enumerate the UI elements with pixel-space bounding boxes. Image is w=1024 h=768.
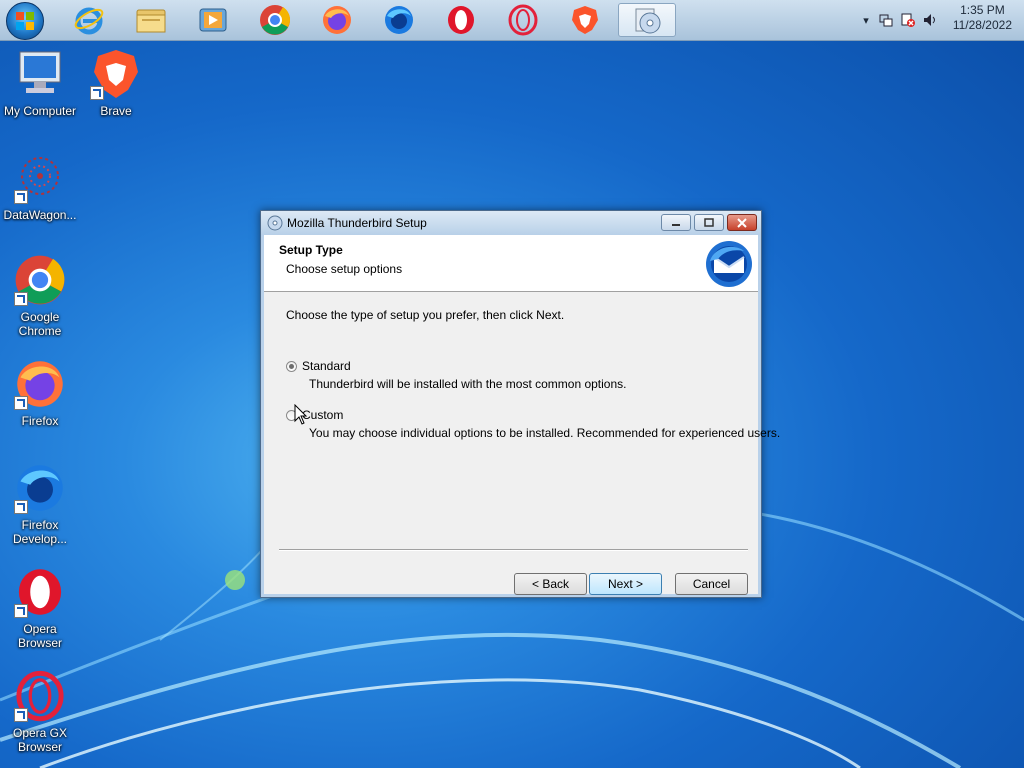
desktop-icon-datawagon[interactable]: DataWagon...	[0, 152, 80, 222]
desktop-icon-label: Opera GX Browser	[12, 726, 68, 754]
opera-gx-icon	[508, 4, 538, 36]
chrome-icon	[260, 5, 291, 35]
taskbar-clock[interactable]: 1:35 PM 11/28/2022	[953, 3, 1012, 33]
taskbar-opera[interactable]	[438, 3, 484, 37]
windows-logo-icon	[16, 12, 34, 30]
folder-icon	[136, 9, 166, 33]
window-titlebar[interactable]: Mozilla Thunderbird Setup	[261, 211, 761, 235]
taskbar-media-player[interactable]	[190, 3, 236, 37]
internet-explorer-icon	[74, 7, 104, 35]
standard-radio[interactable]	[286, 361, 297, 372]
mouse-cursor-icon	[294, 404, 308, 425]
desktop-icon-label: Brave	[100, 104, 132, 118]
minimize-button[interactable]	[661, 214, 691, 231]
next-button[interactable]: Next >	[589, 573, 662, 595]
standard-option-description: Thunderbird will be installed with the m…	[309, 377, 627, 391]
page-subtitle: Choose setup options	[286, 262, 403, 276]
taskbar-firefox-developer[interactable]	[376, 3, 422, 37]
custom-option-label: Custom	[302, 408, 344, 422]
clock-time: 1:35 PM	[960, 3, 1005, 17]
shortcut-arrow-icon	[90, 86, 104, 100]
standard-option-label: Standard	[302, 359, 351, 373]
desktop-icon-google-chrome[interactable]: Google Chrome	[0, 254, 80, 338]
computer-icon	[14, 48, 66, 100]
firefox-icon	[323, 6, 351, 34]
brave-icon	[572, 6, 598, 34]
window-client-area: Setup Type Choose setup options Choose t…	[264, 235, 780, 595]
desktop-icon-opera-gx[interactable]: Opera GX Browser	[0, 670, 80, 754]
taskbar-windows-explorer[interactable]	[128, 3, 174, 37]
maximize-icon	[704, 218, 714, 227]
setup-window: Mozilla Thunderbird Setup Setup Type Cho…	[260, 210, 780, 598]
shortcut-arrow-icon	[14, 500, 28, 514]
close-button[interactable]	[727, 214, 757, 231]
desktop-icon-firefox-developer[interactable]: Firefox Develop...	[0, 462, 80, 546]
action-center-icon[interactable]	[900, 12, 916, 28]
start-button[interactable]	[6, 2, 44, 40]
firefox-developer-icon	[14, 462, 66, 514]
show-hidden-icons-icon[interactable]: ▾	[858, 12, 874, 28]
window-title: Mozilla Thunderbird Setup	[287, 216, 427, 230]
taskbar-chrome[interactable]	[252, 3, 298, 37]
button-divider	[279, 549, 748, 551]
media-player-icon	[199, 8, 227, 32]
desktop-icon-label: Google Chrome	[18, 310, 62, 338]
instruction-text: Choose the type of setup you prefer, the…	[286, 308, 565, 322]
desktop-icon-label: Opera Browser	[17, 622, 62, 650]
desktop-icon-my-computer[interactable]: My Computer	[0, 48, 80, 118]
cancel-button[interactable]: Cancel	[675, 573, 748, 595]
network-icon[interactable]	[878, 12, 894, 28]
desktop-icon-label: My Computer	[3, 104, 77, 118]
opera-icon	[448, 6, 474, 34]
clock-date: 11/28/2022	[952, 18, 1012, 32]
desktop-icon-label: Firefox	[21, 414, 59, 428]
opera-gx-icon	[14, 670, 66, 722]
desktop-icon-label: DataWagon...	[3, 208, 77, 222]
desktop-icon-label: Firefox Develop...	[12, 518, 68, 546]
page-title: Setup Type	[279, 243, 343, 257]
taskbar-firefox[interactable]	[314, 3, 360, 37]
firefox-developer-icon	[385, 6, 413, 34]
taskbar: ▾ 1:35 PM 11/28/2022	[0, 0, 1024, 41]
firefox-icon	[14, 358, 66, 410]
setup-disc-icon	[267, 215, 283, 231]
back-button[interactable]: < Back	[514, 573, 587, 595]
chrome-icon	[14, 254, 66, 306]
volume-icon[interactable]	[922, 12, 938, 28]
wizard-header: Setup Type Choose setup options	[264, 235, 758, 292]
thunderbird-logo-icon	[706, 241, 752, 287]
custom-option-description: You may choose individual options to be …	[309, 426, 781, 440]
desktop-icon-firefox[interactable]: Firefox	[0, 358, 80, 428]
minimize-icon	[672, 223, 680, 226]
shortcut-arrow-icon	[14, 190, 28, 204]
opera-icon	[14, 566, 66, 618]
datawagon-icon	[14, 152, 66, 204]
desktop-icon-opera[interactable]: Opera Browser	[0, 566, 80, 650]
brave-icon	[90, 48, 142, 100]
desktop-icon-brave[interactable]: Brave	[76, 48, 156, 118]
system-tray: ▾ 1:35 PM 11/28/2022	[834, 0, 1024, 40]
taskbar-opera-gx[interactable]	[500, 3, 546, 37]
shortcut-arrow-icon	[14, 708, 28, 722]
taskbar-internet-explorer[interactable]	[66, 3, 112, 37]
close-icon	[737, 217, 747, 228]
shortcut-arrow-icon	[14, 396, 28, 410]
shortcut-arrow-icon	[14, 604, 28, 618]
taskbar-brave[interactable]	[562, 3, 608, 37]
shortcut-arrow-icon	[14, 292, 28, 306]
taskbar-setup-window[interactable]	[618, 3, 676, 37]
setup-disc-icon	[635, 8, 661, 34]
maximize-button[interactable]	[694, 214, 724, 231]
